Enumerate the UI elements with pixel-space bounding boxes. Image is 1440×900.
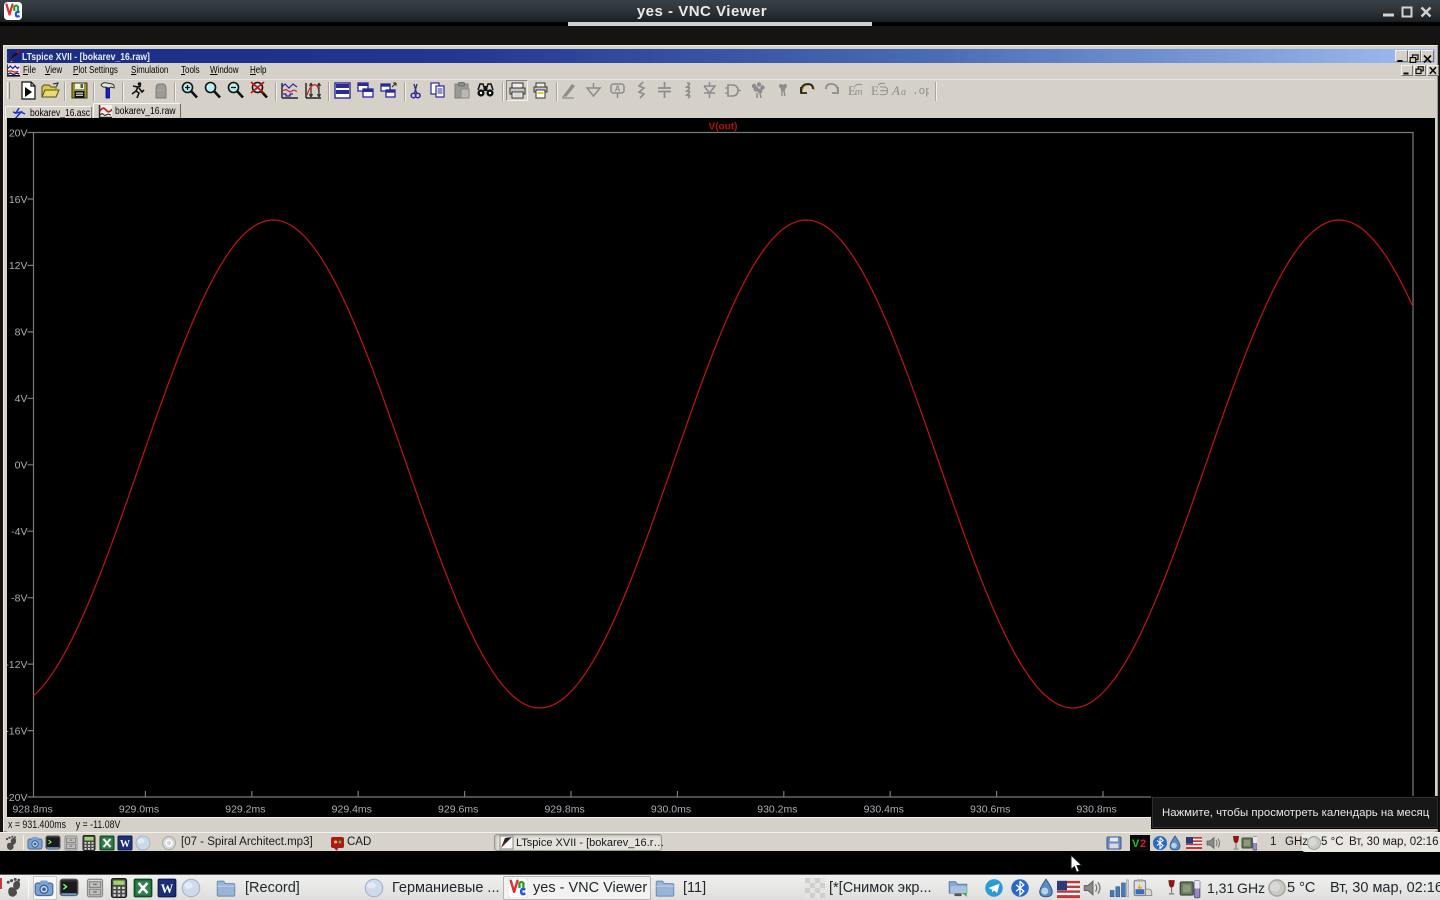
svg-text:V(out): V(out) [709,121,738,132]
svg-text:930.0ms: 930.0ms [651,803,691,815]
svg-text:E: E [871,83,879,98]
svg-text:929.2ms: 929.2ms [225,803,265,815]
svg-text:V: V [1132,838,1140,850]
svg-text:0V: 0V [15,459,28,471]
svg-text:-20V: -20V [7,791,28,803]
svg-text:930.8ms: 930.8ms [1076,803,1116,815]
svg-text:.op: .op [912,86,929,98]
svg-text:928.8ms: 928.8ms [12,803,52,815]
svg-text:A: A [615,85,621,94]
svg-text:a: a [901,87,906,98]
svg-text:2: 2 [1140,838,1146,850]
svg-text:929.6ms: 929.6ms [438,803,478,815]
svg-text:929.4ms: 929.4ms [332,803,372,815]
svg-text:930.6ms: 930.6ms [970,803,1010,815]
svg-text:20V: 20V [9,127,28,139]
svg-text:-8V: -8V [11,592,27,604]
svg-text:∋: ∋ [879,84,888,98]
svg-text:12V: 12V [9,260,28,272]
svg-text:929.8ms: 929.8ms [544,803,584,815]
svg-text:16V: 16V [9,193,28,205]
svg-text:W: W [120,839,130,850]
svg-text:930.4ms: 930.4ms [864,803,904,815]
svg-text:8V: 8V [15,326,28,338]
svg-text:929.0ms: 929.0ms [119,803,159,815]
svg-text:930.2ms: 930.2ms [757,803,797,815]
svg-text:W: W [161,882,174,896]
svg-text:m: m [855,87,863,97]
svg-text:A: A [891,83,900,98]
svg-text:-16V: -16V [7,725,28,737]
svg-text:4V: 4V [15,393,28,405]
svg-text:-4V: -4V [11,526,27,538]
svg-text:-12V: -12V [7,658,28,670]
